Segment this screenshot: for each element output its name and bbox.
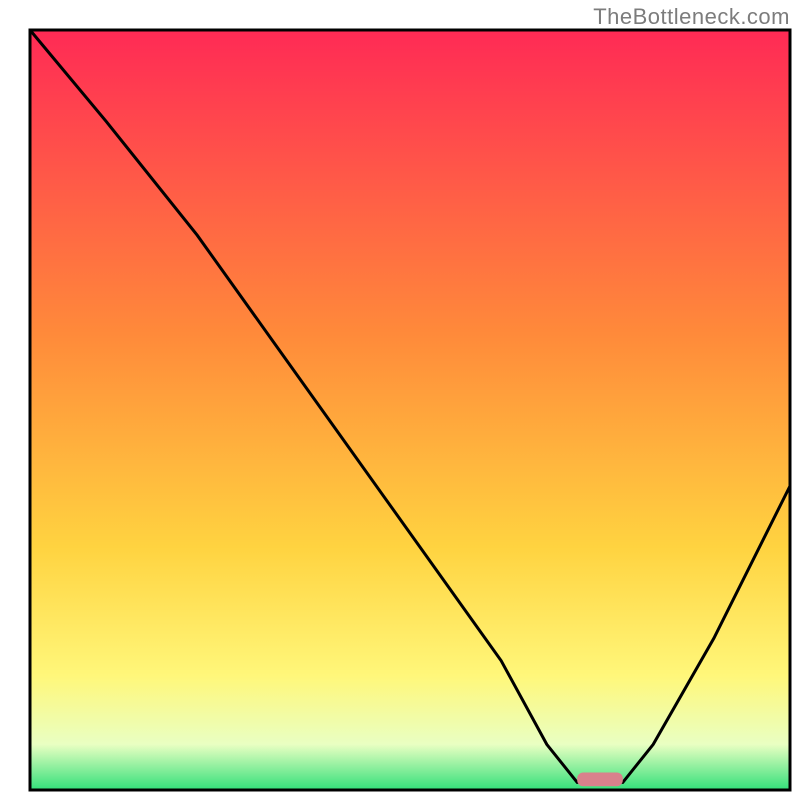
optimal-range-marker (577, 773, 623, 787)
plot-background (30, 30, 790, 790)
chart-container: TheBottleneck.com (0, 0, 800, 800)
bottleneck-chart (0, 0, 800, 800)
